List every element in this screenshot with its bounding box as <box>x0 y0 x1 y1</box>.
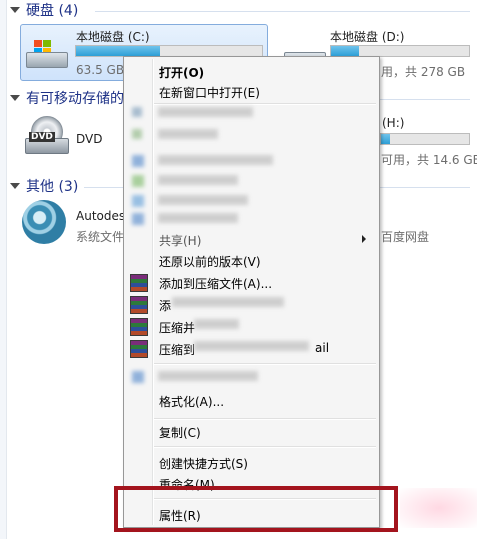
collapse-arrow-icon[interactable] <box>10 7 20 13</box>
menu-separator <box>154 418 376 420</box>
drive-dvd-name[interactable]: DVD <box>76 132 102 146</box>
obscured-menu-item <box>158 371 258 381</box>
drive-h-capacity-bar <box>380 133 470 145</box>
dvd-icon[interactable]: DVD <box>25 116 69 160</box>
menu-item-label: 压缩到 <box>159 343 196 357</box>
obscured-menu-item <box>158 155 273 165</box>
menu-separator <box>154 363 376 365</box>
obscured-icon <box>132 213 144 225</box>
drive-c-capacity-fill <box>76 46 160 56</box>
winrar-icon <box>130 340 148 358</box>
obscured-menu-item <box>194 319 239 329</box>
drive-d-name: 本地磁盘 (D:) <box>330 30 405 44</box>
menu-item-create-shortcut[interactable]: 创建快捷方式(S) <box>127 452 376 472</box>
drive-d-free-total: 用，共 278 GB <box>381 65 466 79</box>
obscured-icon <box>132 129 142 139</box>
menu-item-open-new-window[interactable]: 在新窗口中打开(E) <box>127 81 376 101</box>
menu-item-format[interactable]: 格式化(A)... <box>127 390 376 410</box>
menu-item-open[interactable]: 打开(O) <box>127 61 376 81</box>
obscured-icon <box>132 107 142 117</box>
section-title: 有可移动存储的 <box>26 91 124 107</box>
submenu-arrow-icon <box>362 235 366 243</box>
obscured-menu-item <box>158 175 238 185</box>
menu-item-label: 创建快捷方式(S) <box>159 457 248 471</box>
obscured-menu-item <box>158 195 248 205</box>
autodesk-name[interactable]: Autodes <box>76 209 125 223</box>
obscured-menu-item <box>158 129 218 139</box>
obscured-menu-item <box>158 107 253 117</box>
menu-item-add-to-archive[interactable]: 添加到压缩文件(A)... <box>127 272 376 292</box>
menu-item-label: 复制(C) <box>159 426 201 440</box>
section-divider <box>380 99 470 100</box>
section-header-hdd[interactable]: 硬盘 (4) <box>10 0 78 20</box>
obscured-icon <box>132 175 144 187</box>
menu-separator <box>154 446 376 448</box>
obscured-menu-item <box>194 341 309 351</box>
collapse-arrow-icon[interactable] <box>10 95 20 101</box>
drive-h-free-total: 可用，共 14.6 GB <box>381 153 477 167</box>
obscured-menu-item <box>158 213 238 223</box>
menu-item-label: 格式化(A)... <box>159 395 225 409</box>
menu-item-label: 还原以前的版本(V) <box>159 255 261 269</box>
section-divider <box>380 187 470 188</box>
menu-item-label: 压缩并 <box>159 321 196 335</box>
section-divider <box>84 187 124 188</box>
menu-item-label: 添加到压缩文件(A)... <box>159 277 273 291</box>
autodesk-sub: 系统文件 <box>76 230 125 244</box>
section-title: 其他 (3) <box>26 179 79 195</box>
menu-item-label: 打开(O) <box>159 66 205 80</box>
hdd-icon <box>24 38 68 70</box>
section-divider <box>95 11 470 12</box>
menu-item-compress-and-email[interactable]: 压缩并 <box>127 316 376 336</box>
obscured-icon <box>132 371 144 383</box>
baidu-netdisk-sub: 百度网盘 <box>381 230 430 244</box>
menu-item-label: 添 <box>159 299 172 313</box>
drive-h-label: (H:) <box>382 116 405 130</box>
drive-c-name: 本地磁盘 (C:) <box>76 30 150 44</box>
menu-item-label: 共享(H) <box>159 234 202 248</box>
menu-item-restore-previous[interactable]: 还原以前的版本(V) <box>127 250 376 270</box>
drive-c-free: 63.5 GB <box>76 63 125 77</box>
section-header-other[interactable]: 其他 (3) <box>10 176 78 196</box>
menu-item-share[interactable]: 共享(H) <box>127 229 376 249</box>
section-header-removable[interactable]: 有可移动存储的 <box>10 88 124 108</box>
section-title: 硬盘 (4) <box>26 3 79 19</box>
watermark <box>400 488 477 528</box>
collapse-arrow-icon[interactable] <box>10 183 20 189</box>
obscured-menu-item <box>172 297 284 307</box>
winrar-icon <box>130 318 148 336</box>
context-menu: 打开(O) 在新窗口中打开(E) 共享(H) 还原以前的版本(V) 添加到压缩文… <box>123 56 380 528</box>
autodesk-icon[interactable] <box>22 200 66 244</box>
menu-item-label: 在新窗口中打开(E) <box>159 86 260 100</box>
obscured-icon <box>132 155 144 167</box>
navigation-pane-edge <box>0 0 7 539</box>
highlight-annotation <box>114 486 398 532</box>
menu-separator <box>154 103 376 105</box>
menu-item-copy[interactable]: 复制(C) <box>127 421 376 441</box>
drive-d-capacity-fill <box>331 46 359 56</box>
menu-item-label-tail: ail <box>315 341 330 355</box>
winrar-icon <box>130 274 148 292</box>
drive-h-capacity-fill <box>381 134 390 144</box>
winrar-icon <box>130 296 148 314</box>
obscured-icon <box>132 195 144 207</box>
